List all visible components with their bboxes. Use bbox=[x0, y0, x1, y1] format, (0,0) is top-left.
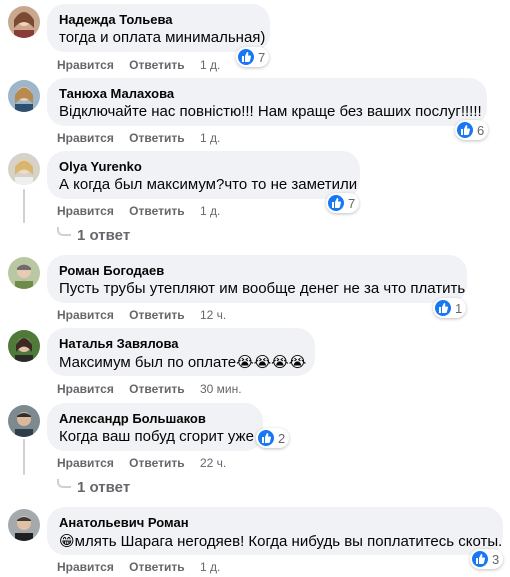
comment-text: 😁млять Шарага негодяев! Когда нибудь вы … bbox=[59, 531, 502, 552]
like-icon bbox=[457, 122, 473, 138]
like-icon bbox=[472, 551, 488, 567]
reply-button[interactable]: Ответить bbox=[129, 455, 184, 471]
reaction-count[interactable]: 7 bbox=[236, 47, 270, 67]
avatar[interactable] bbox=[8, 405, 40, 437]
timestamp[interactable]: 1 д. bbox=[200, 57, 220, 73]
replies-count[interactable]: 1 ответ bbox=[77, 227, 130, 244]
avatar[interactable] bbox=[8, 509, 40, 541]
reply-button[interactable]: Ответить bbox=[129, 57, 184, 73]
reply-button[interactable]: Ответить bbox=[129, 203, 184, 219]
like-icon bbox=[435, 300, 451, 316]
like-button[interactable]: Нравится bbox=[57, 381, 114, 397]
crying-face-emoji: 😭😭😭😭 bbox=[236, 353, 307, 371]
view-replies-link[interactable]: 1 ответ bbox=[57, 225, 130, 245]
comment-bubble: Александр Большаков Когда ваш побуд сгор… bbox=[47, 403, 263, 451]
reaction-count[interactable]: 3 bbox=[470, 549, 504, 569]
comment-author[interactable]: Анатольевич Роман bbox=[59, 515, 491, 531]
comment-bubble: Наталья Завялова Максимум был по оплате😭… bbox=[47, 328, 315, 376]
avatar[interactable] bbox=[8, 153, 40, 185]
comment-text: Пусть трубы утепляют им вообще денег не … bbox=[59, 280, 466, 297]
timestamp[interactable]: 1 д. bbox=[200, 559, 220, 575]
comment-text-body: Максимум был по оплате bbox=[59, 354, 237, 371]
like-button[interactable]: Нравится bbox=[57, 455, 114, 471]
comment-author[interactable]: Александр Большаков bbox=[59, 411, 251, 427]
reaction-count[interactable]: 1 bbox=[433, 298, 467, 318]
comment-actions: Нравится Ответить 22 ч. bbox=[57, 455, 226, 471]
avatar[interactable] bbox=[8, 80, 40, 112]
like-button[interactable]: Нравится bbox=[57, 307, 114, 323]
avatar[interactable] bbox=[8, 257, 40, 289]
comment-actions: Нравится Ответить 1 д. bbox=[57, 57, 220, 73]
comment-actions: Нравится Ответить 30 мин. bbox=[57, 381, 242, 397]
reply-button[interactable]: Ответить bbox=[129, 559, 184, 575]
view-replies-link[interactable]: 1 ответ bbox=[57, 477, 130, 497]
reaction-count[interactable]: 7 bbox=[326, 193, 360, 213]
comment-text: Відключайте нас повністю!!! Нам краще бе… bbox=[59, 103, 482, 120]
comment-author[interactable]: Роман Богодаев bbox=[59, 263, 455, 279]
reaction-number: 7 bbox=[258, 49, 266, 65]
comment-actions: Нравится Ответить 1 д. bbox=[57, 130, 220, 146]
reaction-count[interactable]: 6 bbox=[455, 120, 489, 140]
comment-author[interactable]: Наталья Завялова bbox=[59, 336, 303, 352]
comment-author[interactable]: Olya Yurenko bbox=[59, 159, 348, 175]
timestamp[interactable]: 30 мин. bbox=[200, 381, 242, 397]
avatar[interactable] bbox=[8, 6, 40, 38]
reply-elbow-icon bbox=[57, 478, 71, 488]
replies-count[interactable]: 1 ответ bbox=[77, 479, 130, 496]
reply-button[interactable]: Ответить bbox=[129, 307, 184, 323]
like-icon bbox=[258, 430, 274, 446]
comment-text-body: млять Шарага негодяев! Когда нибудь вы п… bbox=[74, 533, 503, 550]
like-button[interactable]: Нравится bbox=[57, 203, 114, 219]
reply-thread-line bbox=[23, 189, 25, 223]
comment-author[interactable]: Надежда Тольева bbox=[59, 12, 258, 28]
comment-actions: Нравится Ответить 1 д. bbox=[57, 559, 220, 575]
comment-bubble: Танюха Малахова Відключайте нас повністю… bbox=[47, 78, 487, 126]
comment-bubble: Надежда Тольева тогда и оплата минимальн… bbox=[47, 4, 270, 52]
reaction-count[interactable]: 2 bbox=[256, 428, 290, 448]
like-button[interactable]: Нравится bbox=[57, 57, 114, 73]
grinning-face-emoji: 😁 bbox=[59, 532, 75, 550]
reply-thread-line bbox=[23, 439, 25, 475]
comment-text: тогда и оплата минимальная) bbox=[59, 29, 266, 46]
comment-text: А когда был максимум?что то не заметили bbox=[59, 176, 358, 193]
comment-text: Максимум был по оплате😭😭😭😭 bbox=[59, 352, 307, 373]
avatar[interactable] bbox=[8, 330, 40, 362]
timestamp[interactable]: 1 д. bbox=[200, 130, 220, 146]
comment-bubble: Анатольевич Роман 😁млять Шарага негодяев… bbox=[47, 507, 503, 555]
like-icon bbox=[238, 49, 254, 65]
comment-actions: Нравится Ответить 12 ч. bbox=[57, 307, 226, 323]
timestamp[interactable]: 22 ч. bbox=[200, 455, 226, 471]
reaction-number: 7 bbox=[348, 195, 356, 211]
comment-bubble: Olya Yurenko А когда был максимум?что то… bbox=[47, 151, 360, 199]
reply-elbow-icon bbox=[57, 226, 71, 236]
like-button[interactable]: Нравится bbox=[57, 130, 114, 146]
reaction-number: 3 bbox=[492, 551, 500, 567]
reaction-number: 2 bbox=[278, 430, 286, 446]
reply-button[interactable]: Ответить bbox=[129, 381, 184, 397]
like-icon bbox=[328, 195, 344, 211]
reaction-number: 6 bbox=[477, 122, 485, 138]
comment-author[interactable]: Танюха Малахова bbox=[59, 86, 475, 102]
reaction-number: 1 bbox=[455, 300, 463, 316]
comment-text: Когда ваш побуд сгорит уже bbox=[59, 428, 254, 445]
comment-bubble: Роман Богодаев Пусть трубы утепляют им в… bbox=[47, 255, 467, 303]
reply-button[interactable]: Ответить bbox=[129, 130, 184, 146]
timestamp[interactable]: 1 д. bbox=[200, 203, 220, 219]
timestamp[interactable]: 12 ч. bbox=[200, 307, 226, 323]
comment-actions: Нравится Ответить 1 д. bbox=[57, 203, 220, 219]
like-button[interactable]: Нравится bbox=[57, 559, 114, 575]
